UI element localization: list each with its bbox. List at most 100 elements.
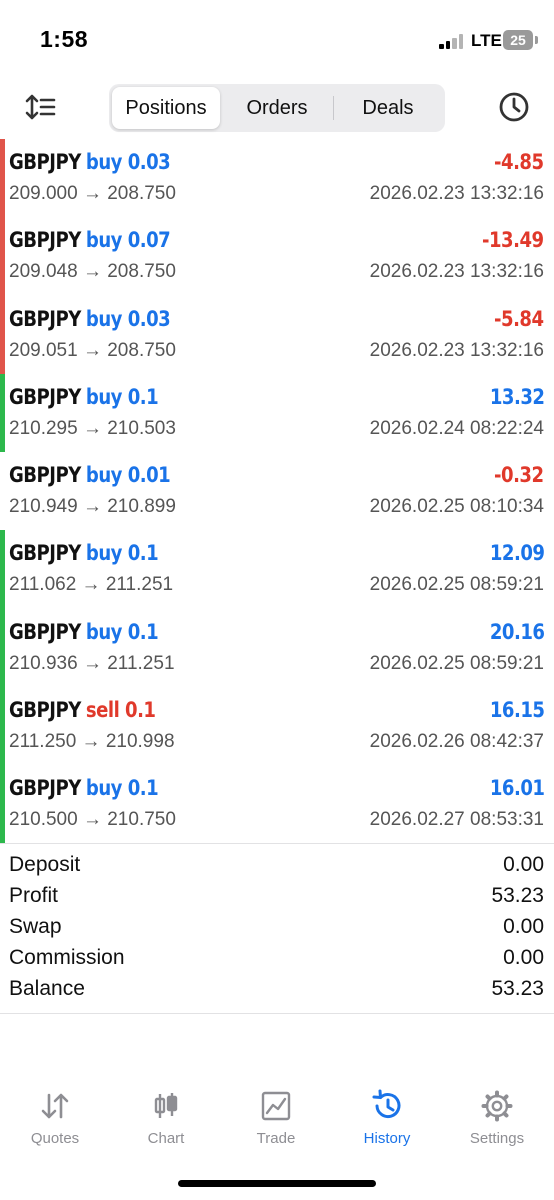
tab-settings[interactable]: Settings xyxy=(447,1085,547,1151)
position-status-bar xyxy=(0,373,5,453)
position-prices: 210.936 → 211.251 xyxy=(9,652,175,674)
settings-icon xyxy=(481,1090,513,1122)
position-prices: 211.062 → 211.251 xyxy=(9,574,174,596)
tab-label: Quotes xyxy=(30,1130,80,1147)
summary-row-commission: Commission 0.00 xyxy=(0,944,554,975)
list-divider xyxy=(0,843,554,844)
summary-label: Commission xyxy=(9,946,125,969)
position-status-bar xyxy=(0,217,5,296)
summary-row-deposit: Deposit 0.00 xyxy=(0,851,554,882)
tab-positions[interactable]: Positions xyxy=(112,87,220,129)
position-side: buy 0.07 xyxy=(85,228,171,253)
position-time: 2026.02.24 08:22:24 xyxy=(369,417,544,439)
tab-label: Chart xyxy=(147,1130,185,1147)
summary-row-balance: Balance 53.23 xyxy=(0,975,554,1006)
position-title: GBPJPY buy 0.07 xyxy=(9,228,171,253)
tab-deals[interactable]: Deals xyxy=(334,87,442,129)
position-profit: 16.01 xyxy=(489,776,544,801)
position-symbol: GBPJPY xyxy=(9,541,81,566)
chart-icon xyxy=(154,1093,178,1118)
position-row[interactable]: GBPJPY buy 0.03 -5.84 209.051 → 208.750 2… xyxy=(0,295,554,374)
position-symbol: GBPJPY xyxy=(9,306,81,331)
summary-divider xyxy=(0,1013,554,1014)
position-prices: 209.051 → 208.750 xyxy=(9,339,176,361)
position-symbol: GBPJPY xyxy=(9,619,81,644)
position-time: 2026.02.25 08:10:34 xyxy=(369,496,544,518)
position-title: GBPJPY buy 0.1 xyxy=(9,541,159,566)
position-title: GBPJPY buy 0.03 xyxy=(9,306,171,331)
position-title: GBPJPY buy 0.1 xyxy=(9,385,159,409)
tab-chart[interactable]: Chart xyxy=(116,1085,216,1151)
position-title: GBPJPY buy 0.1 xyxy=(9,619,159,644)
summary-value: 0.00 xyxy=(503,915,544,938)
history-toolbar: Positions Orders Deals xyxy=(0,82,554,134)
trade-icon xyxy=(261,1091,291,1121)
position-side: buy 0.03 xyxy=(85,306,171,331)
position-side: sell 0.1 xyxy=(85,698,156,723)
network-type: LTE xyxy=(471,31,502,50)
position-row[interactable]: GBPJPY buy 0.01 -0.32 210.949 → 210.899 2… xyxy=(0,452,554,530)
position-side: buy 0.1 xyxy=(85,776,159,801)
position-status-bar xyxy=(0,530,5,609)
position-side: buy 0.1 xyxy=(85,541,159,566)
summary-value: 53.23 xyxy=(491,977,544,1000)
position-row[interactable]: GBPJPY buy 0.1 13.32 210.295 → 210.503 20… xyxy=(0,373,554,453)
position-side: buy 0.03 xyxy=(85,150,171,174)
tab-orders[interactable]: Orders xyxy=(222,87,332,129)
status-time: 1:58 xyxy=(40,26,89,52)
history-summary: Deposit 0.00 Profit 53.23 Swap 0.00 Comm… xyxy=(0,851,554,1006)
position-profit: 12.09 xyxy=(489,541,544,566)
battery-level: 25 xyxy=(510,32,526,48)
status-bar: 1:58 LTE 25 xyxy=(0,0,554,80)
position-status-bar xyxy=(0,765,5,844)
position-time: 2026.02.25 08:59:21 xyxy=(369,652,544,674)
sort-icon[interactable] xyxy=(24,92,58,122)
position-row[interactable]: GBPJPY buy 0.1 16.01 210.500 → 210.750 20… xyxy=(0,765,554,844)
summary-row-profit: Profit 53.23 xyxy=(0,882,554,913)
position-symbol: GBPJPY xyxy=(9,228,81,253)
position-title: GBPJPY buy 0.03 xyxy=(9,150,171,174)
position-title: GBPJPY buy 0.1 xyxy=(9,776,159,801)
battery-cap xyxy=(535,36,538,44)
positions-list: GBPJPY buy 0.03 -4.85 209.000 → 208.750 2… xyxy=(0,139,554,844)
tab-label: History xyxy=(363,1130,411,1147)
position-row[interactable]: GBPJPY buy 0.1 20.16 210.936 → 211.251 20… xyxy=(0,608,554,688)
position-symbol: GBPJPY xyxy=(9,463,81,488)
position-row[interactable]: GBPJPY buy 0.07 -13.49 209.048 → 208.750 … xyxy=(0,217,554,296)
position-prices: 210.500 → 210.750 xyxy=(9,809,176,831)
position-title: GBPJPY sell 0.1 xyxy=(9,698,156,723)
cellular-signal-icon xyxy=(439,33,465,49)
position-profit: -13.49 xyxy=(482,228,544,253)
position-symbol: GBPJPY xyxy=(9,150,81,174)
position-profit: -4.85 xyxy=(494,150,545,174)
tab-trade[interactable]: Trade xyxy=(226,1085,326,1151)
quotes-icon xyxy=(41,1093,69,1119)
summary-label: Swap xyxy=(9,915,62,938)
tab-history[interactable]: History xyxy=(337,1085,437,1151)
history-segmented-control: Positions Orders Deals xyxy=(109,84,445,132)
position-row[interactable]: GBPJPY buy 0.1 12.09 211.062 → 211.251 20… xyxy=(0,530,554,609)
position-prices: 210.295 → 210.503 xyxy=(9,417,176,439)
position-row[interactable]: GBPJPY buy 0.03 -4.85 209.000 → 208.750 2… xyxy=(0,139,554,218)
summary-value: 0.00 xyxy=(503,853,544,876)
summary-label: Balance xyxy=(9,977,85,1000)
battery-icon: 25 xyxy=(503,30,533,50)
position-status-bar xyxy=(0,295,5,374)
position-row[interactable]: GBPJPY sell 0.1 16.15 211.250 → 210.998 2… xyxy=(0,687,554,766)
position-time: 2026.02.26 08:42:37 xyxy=(369,731,544,753)
clock-icon[interactable] xyxy=(497,90,531,124)
position-prices: 209.000 → 208.750 xyxy=(9,183,176,204)
position-time: 2026.02.27 08:53:31 xyxy=(369,809,544,831)
position-prices: 211.250 → 210.998 xyxy=(9,731,175,753)
position-symbol: GBPJPY xyxy=(9,698,81,723)
position-symbol: GBPJPY xyxy=(9,776,81,801)
position-side: buy 0.01 xyxy=(85,463,171,488)
position-time: 2026.02.23 13:32:16 xyxy=(369,183,544,204)
position-profit: -5.84 xyxy=(494,306,545,331)
position-status-bar xyxy=(0,608,5,688)
tab-quotes[interactable]: Quotes xyxy=(5,1085,105,1151)
history-icon xyxy=(372,1089,401,1119)
position-time: 2026.02.23 13:32:16 xyxy=(369,261,544,283)
summary-row-swap: Swap 0.00 xyxy=(0,913,554,944)
position-time: 2026.02.25 08:59:21 xyxy=(369,574,544,596)
